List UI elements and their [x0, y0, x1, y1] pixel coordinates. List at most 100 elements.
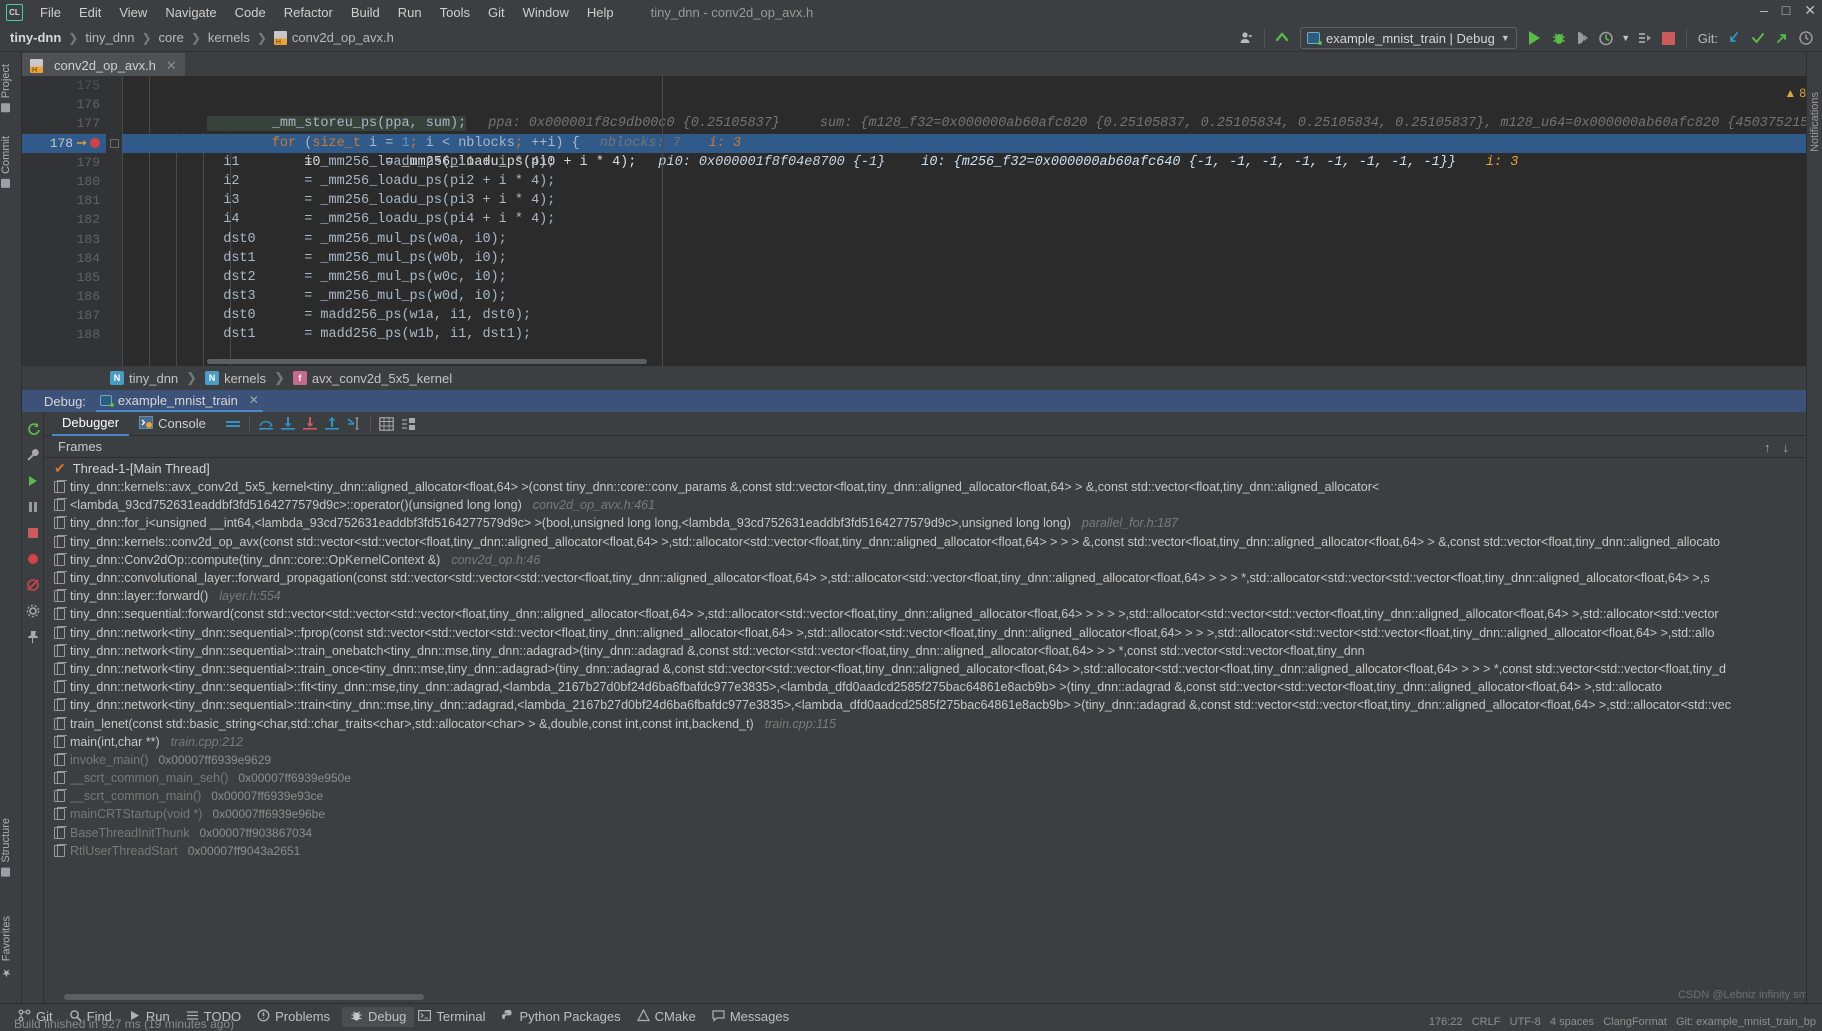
minimize-icon[interactable]: –: [1760, 2, 1768, 19]
breadcrumb-function[interactable]: f avx_conv2d_5x5_kernel: [292, 371, 452, 386]
update-project-icon[interactable]: [1270, 26, 1294, 50]
scrollbar-thumb[interactable]: [64, 994, 424, 1000]
move-down-icon[interactable]: ↓: [1783, 440, 1790, 456]
menu-item-run[interactable]: Run: [389, 3, 431, 22]
frame-row[interactable]: __scrt_common_main_seh() 0x00007ff6939e95…: [44, 769, 1822, 787]
menu-item-build[interactable]: Build: [342, 3, 389, 22]
layout-settings-icon[interactable]: [398, 413, 420, 435]
frame-row[interactable]: tiny_dnn::network<tiny_dnn::sequential>:…: [44, 678, 1822, 696]
step-into-icon[interactable]: [277, 413, 299, 435]
view-breakpoints-icon[interactable]: [22, 546, 44, 572]
breadcrumb-core[interactable]: core: [159, 30, 184, 45]
frame-row[interactable]: mainCRTStartup(void *) 0x00007ff6939e96be: [44, 805, 1822, 823]
code-horizontal-scrollbar[interactable]: [207, 359, 647, 364]
git-commit-icon[interactable]: [1746, 26, 1770, 50]
step-over-icon[interactable]: [255, 413, 277, 435]
run-configuration-selector[interactable]: example_mnist_train | Debug ▼: [1299, 27, 1517, 49]
close-icon[interactable]: ✕: [249, 393, 259, 407]
status-item-problems[interactable]: Problems: [253, 1009, 342, 1025]
mute-breakpoints-icon[interactable]: [222, 413, 244, 435]
caret-position[interactable]: 176:22: [1429, 1016, 1463, 1028]
code-folding-column[interactable]: [106, 76, 122, 366]
frame-row[interactable]: invoke_main() 0x00007ff6939e9629: [44, 751, 1822, 769]
frame-row[interactable]: tiny_dnn::Conv2dOp::compute(tiny_dnn::co…: [44, 551, 1822, 569]
clangformat-indicator[interactable]: ClangFormat: [1603, 1016, 1667, 1028]
menu-item-view[interactable]: View: [110, 3, 156, 22]
frame-row[interactable]: tiny_dnn::network<tiny_dnn::sequential>:…: [44, 660, 1822, 678]
frame-row[interactable]: tiny_dnn::for_i<unsigned __int64,<lambda…: [44, 514, 1822, 532]
breadcrumb-file[interactable]: conv2d_op_avx.h: [273, 30, 394, 46]
git-branch-indicator[interactable]: Git: example_mnist_train_bp: [1676, 1016, 1816, 1028]
frame-row[interactable]: train_lenet(const std::basic_string<char…: [44, 714, 1822, 732]
move-up-icon[interactable]: ↑: [1764, 440, 1771, 456]
fold-marker-icon[interactable]: [109, 138, 119, 148]
frame-row[interactable]: BaseThreadInitThunk 0x00007ff903867034: [44, 824, 1822, 842]
settings-gear-icon[interactable]: [22, 598, 44, 624]
run-with-coverage-icon[interactable]: [1633, 26, 1657, 50]
debug-button[interactable]: [1547, 26, 1571, 50]
editor-tab-conv2d-op-avx[interactable]: conv2d_op_avx.h ✕: [22, 53, 185, 76]
breadcrumb-kernels[interactable]: kernels: [208, 30, 250, 45]
profile-icon[interactable]: [1595, 26, 1619, 50]
indent-indicator[interactable]: 4 spaces: [1550, 1016, 1594, 1028]
menu-item-navigate[interactable]: Navigate: [156, 3, 225, 22]
user-account-icon[interactable]: [1235, 26, 1259, 50]
line-separator-indicator[interactable]: CRLF: [1472, 1016, 1501, 1028]
maximize-icon[interactable]: □: [1782, 2, 1790, 19]
menu-item-tools[interactable]: Tools: [431, 3, 479, 22]
frame-row[interactable]: main(int,char **) train.cpp:212: [44, 733, 1822, 751]
resume-program-icon[interactable]: [22, 468, 44, 494]
breadcrumb-namespace-kernels[interactable]: N kernels: [205, 371, 266, 386]
thread-row[interactable]: ✔ Thread-1-[Main Thread]: [44, 458, 1822, 478]
stop-icon[interactable]: [22, 520, 44, 546]
tab-console[interactable]: Console: [129, 412, 216, 436]
frame-row[interactable]: tiny_dnn::kernels::conv2d_op_avx(const s…: [44, 533, 1822, 551]
breakpoint-icon[interactable]: [90, 138, 100, 149]
menu-item-git[interactable]: Git: [479, 3, 514, 22]
status-item-debug[interactable]: Debug: [342, 1006, 415, 1027]
force-step-into-icon[interactable]: [299, 413, 321, 435]
pause-program-icon[interactable]: [22, 494, 44, 520]
frame-row[interactable]: tiny_dnn::network<tiny_dnn::sequential>:…: [44, 642, 1822, 660]
frame-row[interactable]: <lambda_93cd752631eaddbf3fd5164277579d9c…: [44, 496, 1822, 514]
menu-item-code[interactable]: Code: [226, 3, 275, 22]
close-tab-icon[interactable]: ✕: [166, 58, 177, 74]
pin-icon[interactable]: [22, 624, 44, 650]
rerun-icon[interactable]: [22, 416, 44, 442]
breadcrumb-tiny-dnn[interactable]: tiny_dnn: [85, 30, 134, 45]
sidebar-item-structure[interactable]: Structure: [0, 812, 12, 883]
status-item-cmake[interactable]: CMake: [633, 1008, 708, 1025]
step-out-icon[interactable]: [321, 413, 343, 435]
status-item-messages[interactable]: Messages: [708, 1009, 801, 1025]
menu-item-refactor[interactable]: Refactor: [275, 3, 342, 22]
breadcrumb-project[interactable]: tiny-dnn: [10, 30, 61, 45]
code-content[interactable]: sum = _mm_add_ps(sum, hsum0123);hsum0123…: [122, 76, 1822, 366]
git-history-icon[interactable]: [1794, 26, 1818, 50]
chevron-down-icon[interactable]: ▼: [1619, 26, 1633, 50]
attach-to-process-icon[interactable]: [1571, 26, 1595, 50]
sidebar-item-favorites[interactable]: ★ Favorites: [0, 910, 14, 985]
status-item-terminal[interactable]: Terminal: [414, 1009, 497, 1025]
stop-button[interactable]: [1657, 26, 1681, 50]
evaluate-expression-icon[interactable]: [376, 413, 398, 435]
sidebar-item-project[interactable]: Project: [0, 58, 12, 118]
frame-row[interactable]: RtlUserThreadStart 0x00007ff9043a2651: [44, 842, 1822, 860]
frames-list[interactable]: ✔ Thread-1-[Main Thread] tiny_dnn::kerne…: [44, 458, 1822, 989]
menu-item-window[interactable]: Window: [514, 3, 578, 22]
close-icon[interactable]: ✕: [1804, 2, 1816, 19]
encoding-indicator[interactable]: UTF-8: [1510, 1016, 1541, 1028]
breadcrumb-namespace-tiny-dnn[interactable]: N tiny_dnn: [110, 371, 178, 386]
menu-item-help[interactable]: Help: [578, 3, 623, 22]
run-button[interactable]: [1523, 26, 1547, 50]
sidebar-item-notifications[interactable]: Notifications: [1809, 92, 1821, 152]
code-editor[interactable]: 175 176 177 178 ➞ 179 180 181 182 183 18…: [22, 76, 1822, 366]
frame-row[interactable]: tiny_dnn::network<tiny_dnn::sequential>:…: [44, 696, 1822, 714]
run-to-cursor-icon[interactable]: [343, 413, 365, 435]
frame-row[interactable]: tiny_dnn::convolutional_layer::forward_p…: [44, 569, 1822, 587]
status-item-python-packages[interactable]: Python Packages: [497, 1009, 632, 1025]
menu-item-file[interactable]: File: [31, 3, 70, 22]
frames-horizontal-scrollbar[interactable]: [44, 990, 1822, 1003]
mute-breakpoints-icon[interactable]: [22, 572, 44, 598]
frame-row[interactable]: tiny_dnn::layer::forward() layer.h:554: [44, 587, 1822, 605]
debug-session-tab[interactable]: example_mnist_train ✕: [95, 390, 263, 412]
